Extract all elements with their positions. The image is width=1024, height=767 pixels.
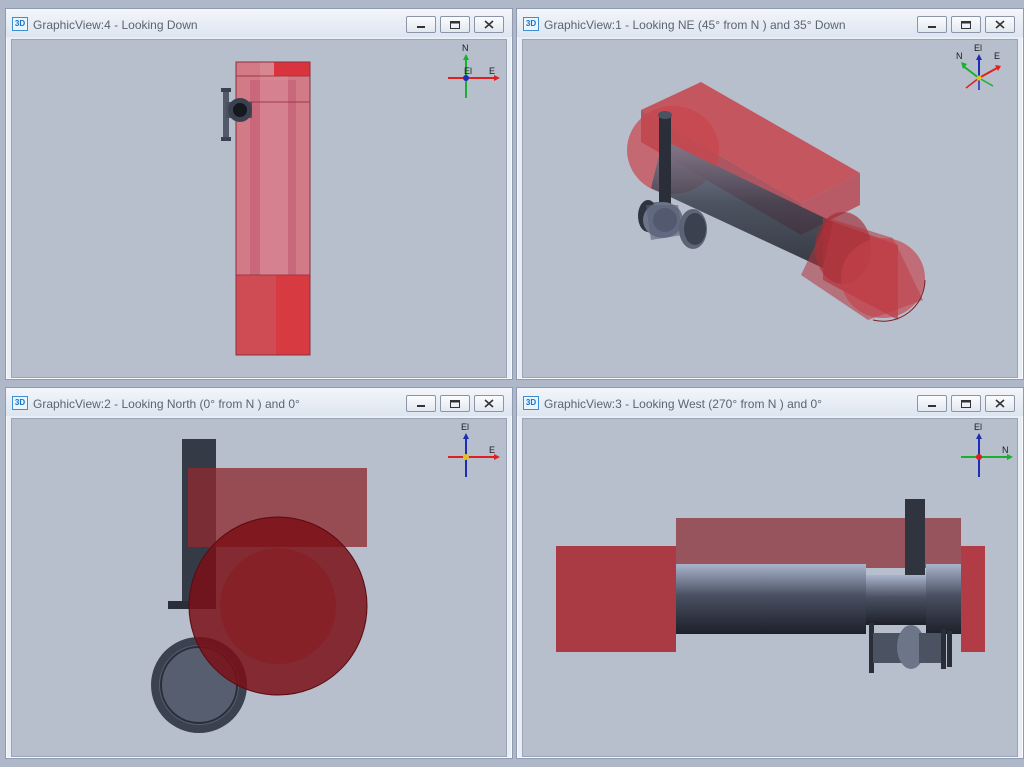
close-button[interactable] [985, 16, 1015, 33]
title-bar[interactable]: 3D GraphicView:1 - Looking NE (45° from … [517, 9, 1023, 37]
graphic-view-3-window: 3D GraphicView:3 - Looking West (270° fr… [516, 387, 1024, 759]
graphic-view-4-window: 3D GraphicView:4 - Looking Down N E El [5, 8, 513, 380]
maximize-button[interactable] [440, 395, 470, 412]
close-button[interactable] [474, 395, 504, 412]
vessel-model[interactable] [188, 468, 368, 696]
maximize-button[interactable] [951, 395, 981, 412]
orientation-triad: El N [961, 422, 1013, 477]
minimize-icon [928, 405, 936, 407]
minimize-button[interactable] [917, 16, 947, 33]
3d-view-icon: 3D [523, 17, 539, 31]
minimize-button[interactable] [406, 16, 436, 33]
window-title: GraphicView:1 - Looking NE (45° from N )… [544, 18, 846, 32]
maximize-icon [961, 400, 971, 408]
triad-label-east: E [489, 445, 495, 455]
window-title: GraphicView:2 - Looking North (0° from N… [33, 397, 300, 411]
close-icon [995, 399, 1005, 408]
maximize-button[interactable] [440, 16, 470, 33]
triad-label-elevation: El [461, 422, 469, 432]
3d-viewport-looking-down[interactable]: N E El [11, 39, 507, 378]
triad-label-east: E [489, 66, 495, 76]
orientation-triad: El E N [956, 43, 1001, 90]
title-bar[interactable]: 3D GraphicView:3 - Looking West (270° fr… [517, 388, 1023, 416]
close-icon [484, 20, 494, 29]
maximize-icon [450, 21, 460, 29]
triad-label-east: E [994, 51, 1000, 61]
vessel-model[interactable] [627, 82, 926, 322]
close-icon [995, 20, 1005, 29]
3d-view-icon: 3D [12, 396, 28, 410]
title-bar[interactable]: 3D GraphicView:4 - Looking Down [6, 9, 512, 37]
3d-viewport-looking-west[interactable]: El N [522, 418, 1018, 757]
maximize-icon [961, 21, 971, 29]
triad-label-elevation: El [974, 43, 982, 53]
title-bar[interactable]: 3D GraphicView:2 - Looking North (0° fro… [6, 388, 512, 416]
triad-label-north: N [462, 43, 469, 53]
maximize-icon [450, 400, 460, 408]
orientation-triad: N E El [448, 43, 500, 98]
graphic-view-1-window: 3D GraphicView:1 - Looking NE (45° from … [516, 8, 1024, 380]
3d-view-icon: 3D [523, 396, 539, 410]
close-button[interactable] [474, 16, 504, 33]
3d-viewport-looking-ne[interactable]: El E N [522, 39, 1018, 378]
3d-viewport-looking-north[interactable]: El E [11, 418, 507, 757]
window-title: GraphicView:3 - Looking West (270° from … [544, 397, 822, 411]
maximize-button[interactable] [951, 16, 981, 33]
close-icon [484, 399, 494, 408]
triad-label-elevation: El [974, 422, 982, 432]
minimize-button[interactable] [406, 395, 436, 412]
triad-label-elevation: El [464, 66, 472, 76]
close-button[interactable] [985, 395, 1015, 412]
orientation-triad: El E [448, 422, 500, 477]
minimize-icon [417, 26, 425, 28]
minimize-icon [928, 26, 936, 28]
triad-label-north: N [1002, 445, 1009, 455]
graphic-view-2-window: 3D GraphicView:2 - Looking North (0° fro… [5, 387, 513, 759]
minimize-button[interactable] [917, 395, 947, 412]
window-title: GraphicView:4 - Looking Down [33, 18, 198, 32]
triad-label-north: N [956, 51, 963, 61]
3d-view-icon: 3D [12, 17, 28, 31]
minimize-icon [417, 405, 425, 407]
